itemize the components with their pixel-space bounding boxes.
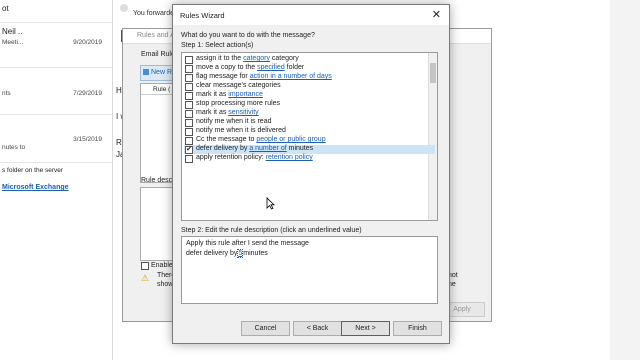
avatar [120,4,128,12]
enable-label: Enable [151,262,173,269]
action-value-link[interactable]: people or public group [256,136,325,143]
action-checkbox[interactable]: ✔ [185,146,193,154]
action-value-link[interactable]: importance [228,91,263,98]
mail-date: 7/29/2019 [73,90,102,97]
action-label: apply retention policy: retention policy [196,154,313,161]
action-label: move a copy to the specified folder [196,64,305,71]
finish-button[interactable]: Finish [393,321,442,336]
action-checkbox[interactable] [185,83,193,91]
action-label: mark it as sensitivity [196,109,259,116]
forward-info: You forwarde [133,10,174,17]
cancel-button[interactable]: Cancel [241,321,290,336]
mail-date: 9/20/2019 [73,39,102,46]
action-label: defer delivery by a number of minutes [196,145,314,152]
action-value-link[interactable]: retention policy [266,154,313,161]
action-row[interactable]: move a copy to the specified folder [184,64,435,73]
wizard-question: What do you want to do with the message? [181,32,315,39]
action-row[interactable]: apply retention policy: retention policy [184,154,435,163]
action-checkbox[interactable] [185,155,193,163]
right-strip [610,0,640,360]
action-value-link[interactable]: sensitivity [228,109,258,116]
action-checkbox[interactable] [185,128,193,136]
description-line: Apply this rule after I send the message [186,240,309,247]
new-rule-button[interactable]: New R [140,65,176,81]
warning-icon: ⚠ [141,273,150,283]
wizard-title: Rules Wizard [180,11,225,20]
mail-list-pane: ot Neil .. Meeti... 9/20/2019 nts 7/29/2… [0,0,112,360]
step1-label: Step 1: Select action(s) [181,42,254,49]
description-line: defer delivery by5minutes [186,249,268,258]
action-label: notify me when it is read [196,118,272,125]
mail-item[interactable]: ot [0,0,112,23]
action-row[interactable]: ✔ defer delivery by a number of minutes [184,145,435,154]
action-checkbox[interactable] [185,65,193,73]
dialog-title: Rules and A [137,32,175,39]
action-value-link[interactable]: category [243,55,270,62]
action-checkbox[interactable] [185,101,193,109]
action-row[interactable]: assign it to the category category [184,55,435,64]
action-checkbox[interactable] [185,56,193,64]
rules-wizard-dialog: Rules Wizard ✕ What do you want to do wi… [172,4,450,344]
action-value-link[interactable]: action in a number of days [250,73,332,80]
mail-subject: nts [2,90,11,97]
action-label: assign it to the category category [196,55,299,62]
action-checkbox[interactable] [185,110,193,118]
action-value-link[interactable]: a number of [249,145,286,152]
mail-item[interactable]: Neil .. Meeti... 9/20/2019 [0,23,112,68]
action-label: clear message's categories [196,82,281,89]
action-checkbox[interactable] [185,92,193,100]
action-value-link[interactable]: specified [257,64,285,71]
action-label: Cc the message to people or public group [196,136,326,143]
rule-description-label: Rule descr [141,177,175,184]
action-row[interactable]: Cc the message to people or public group [184,136,435,145]
step2-label: Step 2: Edit the rule description (click… [181,227,362,234]
action-row[interactable]: flag message for action in a number of d… [184,73,435,82]
mail-date: 3/15/2019 [73,136,102,143]
action-row[interactable]: notify me when it is delivered [184,127,435,136]
mail-sender: Neil .. [2,27,23,36]
mail-subject: nutes to [2,144,26,151]
mail-sender: ot [2,4,9,13]
new-rule-icon [143,69,149,75]
action-row[interactable]: stop processing more rules [184,100,435,109]
close-icon[interactable]: ✕ [432,8,441,21]
action-row[interactable]: notify me when it is read [184,118,435,127]
exchange-link[interactable]: Microsoft Exchange [2,184,69,191]
action-label: notify me when it is delivered [196,127,286,134]
actions-list[interactable]: assign it to the category category move a… [181,52,438,221]
wizard-titlebar: Rules Wizard ✕ [173,5,449,25]
action-checkbox[interactable] [185,119,193,127]
mail-subject: Meeti... [2,39,24,46]
enable-checkbox[interactable] [141,262,149,270]
email-rules-tab[interactable]: Email Rule [141,51,175,58]
folder-note: s folder on the server [2,167,64,174]
next-button[interactable]: Next > [341,321,390,336]
action-row[interactable]: clear message's categories [184,82,435,91]
action-checkbox[interactable] [185,137,193,145]
mouse-cursor-icon [266,197,275,210]
back-button[interactable]: < Back [293,321,342,336]
warning-text: show [157,281,174,288]
action-row[interactable]: mark it as importance [184,91,435,100]
action-row[interactable]: mark it as sensitivity [184,109,435,118]
rule-column-header: Rule ( [153,86,171,93]
mail-item[interactable]: nts 7/29/2019 [0,68,112,115]
mail-item[interactable]: 3/15/2019 nutes to [0,116,112,163]
action-label: mark it as importance [196,91,263,98]
action-label: flag message for action in a number of d… [196,73,332,80]
action-label: stop processing more rules [196,100,281,107]
action-checkbox[interactable] [185,74,193,82]
rule-description-editor: Apply this rule after I send the message… [181,236,438,304]
